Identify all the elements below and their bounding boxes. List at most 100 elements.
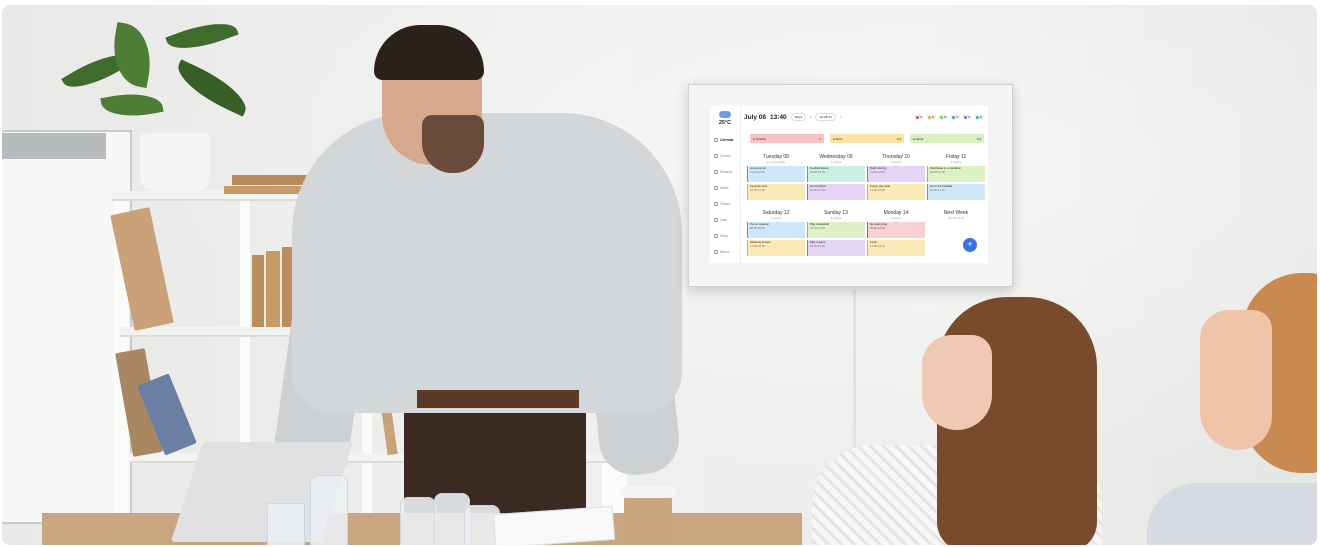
- member-filter[interactable]: U: [962, 114, 973, 120]
- member-color-dot: [976, 115, 980, 119]
- lane-mary[interactable]: ● Mary 1/4: [830, 134, 904, 143]
- member-lanes: ● Victoria 1 ● Mary 1/4 ● David 1/4: [750, 134, 986, 144]
- event-card[interactable]: Math tutoring 11:00-12:00: [867, 166, 925, 182]
- lane-count: 1: [819, 136, 821, 141]
- seated-man-face: [1200, 310, 1272, 450]
- seated-man-shirt: [1147, 483, 1317, 545]
- event-card[interactable]: Football lesson 09:00-12:00: [807, 166, 865, 182]
- add-event-button[interactable]: +: [963, 238, 977, 252]
- member-color-dot: [964, 115, 968, 119]
- week-range[interactable]: Jul 08-14: [815, 113, 836, 121]
- lane-name: ● Mary: [833, 136, 843, 141]
- week-grid: Tuesday 08 4 events today Going out art 11:…: [746, 154, 986, 262]
- man-belt: [417, 390, 579, 408]
- event-time: 08:00-09:00: [750, 225, 765, 230]
- event-card[interactable]: Go swimming 09:00-10:00: [867, 222, 925, 238]
- sidebar-item-menus[interactable]: Menus: [714, 248, 740, 256]
- book: [266, 251, 280, 327]
- meals-icon: [714, 186, 718, 190]
- sidebar-item-label: Photos: [720, 202, 730, 206]
- member-filter[interactable]: S: [950, 114, 961, 120]
- day-event-count: 4 events: [890, 216, 902, 220]
- prev-week-icon[interactable]: ‹: [810, 115, 811, 119]
- member-filter[interactable]: B: [974, 114, 984, 120]
- photos-icon: [714, 202, 718, 206]
- event-time: 11:00-12:00: [750, 169, 765, 174]
- sidebar-item-label: Sleep: [720, 234, 729, 238]
- sidebar-item-label: Lists: [720, 218, 727, 222]
- sidebar-item-label: Meals: [720, 186, 729, 190]
- member-initial: D: [944, 115, 947, 119]
- coffee-cup-lid: [620, 486, 676, 498]
- photo-scene: [2, 5, 1317, 545]
- member-initial: M: [931, 115, 935, 119]
- plant-pot: [140, 133, 210, 191]
- whiteboard: [2, 130, 132, 524]
- sidebar-item-meals[interactable]: Meals: [714, 184, 740, 192]
- event-time: 09:00-10:00: [870, 225, 885, 230]
- day-event-count: 4 events: [890, 160, 902, 164]
- sidebar-item-photos[interactable]: Photos: [714, 200, 740, 208]
- lane-count: 1/4: [976, 136, 981, 141]
- member-color-dot: [952, 115, 956, 119]
- member-filter[interactable]: M: [925, 114, 937, 120]
- current-date: July 08: [744, 113, 767, 121]
- event-card[interactable]: Put on makeup 08:00-09:00: [747, 222, 805, 238]
- member-color-dot: [940, 115, 944, 119]
- calendar-sidebar: 25°C Calendar Chores Rewards Meals Photos Lis…: [710, 106, 741, 263]
- whiteboard-rail: [2, 133, 106, 159]
- member-initial: U: [968, 115, 971, 119]
- day-column: Friday 11 4 events Participate in a marath…: [926, 154, 986, 202]
- event-card[interactable]: Play a game 18:00-19:00: [807, 240, 865, 256]
- day-event-count: 4 events today: [766, 160, 786, 164]
- calendar-icon: [714, 138, 718, 142]
- event-time: 15:00-16:00: [810, 187, 825, 192]
- sidebar-item-label: Menus: [720, 250, 730, 254]
- sidebar-item-label: Calendar: [720, 138, 734, 142]
- day-column: Sunday 13 4 events Play basketball 10:00-11…: [806, 210, 866, 258]
- lane-name: ● David: [913, 136, 924, 141]
- event-card[interactable]: Going out art 11:00-12:00: [747, 166, 805, 182]
- next-week-icon[interactable]: ›: [840, 115, 841, 119]
- lane-david[interactable]: ● David 1/4: [910, 134, 984, 143]
- member-color-dot: [915, 115, 919, 119]
- event-card[interactable]: Get a haircut 15:00-16:00: [807, 184, 865, 200]
- day-event-count: 4 events: [830, 160, 842, 164]
- event-time: 16:00-17:00: [930, 187, 945, 192]
- event-card[interactable]: Participate in a marathon 09:00-10:00: [927, 166, 985, 182]
- day-column: Thursday 10 4 events Math tutoring 11:00-12…: [866, 154, 926, 202]
- member-filter[interactable]: D: [938, 114, 949, 120]
- event-card[interactable]: Feed the pets 16:00-17:00: [747, 184, 805, 200]
- man-beard: [422, 115, 484, 173]
- view-select[interactable]: Week: [790, 113, 807, 121]
- calendar-screen: 25°C Calendar Chores Rewards Meals Photos Lis…: [710, 106, 988, 263]
- water-bottle: [400, 497, 436, 545]
- member-initial: V: [919, 115, 922, 119]
- event-time: 16:00-17:00: [750, 187, 765, 192]
- lane-victoria[interactable]: ● Victoria 1: [750, 134, 824, 143]
- sidebar-item-sleep[interactable]: Sleep: [714, 232, 740, 240]
- sidebar-item-rewards[interactable]: Rewards: [714, 168, 740, 176]
- lane-count: 1/4: [896, 136, 901, 141]
- day-column: Saturday 12 4 events Put on makeup 08:00-09…: [746, 210, 806, 258]
- member-filter[interactable]: V: [913, 114, 924, 120]
- sidebar-item-calendar[interactable]: Calendar: [714, 136, 740, 144]
- event-card[interactable]: Watering flowers 17:00-18:00: [747, 240, 805, 256]
- sidebar-item-chores[interactable]: Chores: [714, 152, 740, 160]
- day-column: Monday 14 4 events Go swimming 09:00-10:00 C…: [866, 210, 926, 258]
- day-event-count: 4 events: [770, 216, 782, 220]
- event-card[interactable]: Cook 17:00-18:00: [867, 240, 925, 256]
- day-column: Wednesday 09 4 events Football lesson 09:00…: [806, 154, 866, 202]
- event-card[interactable]: Go to the hospital 16:00-17:00: [927, 184, 985, 200]
- temperature: 25°C: [718, 120, 732, 126]
- calendar-topbar: July 08 13:40 Week ‹ Jul 08-14 › V M D S U B: [744, 112, 984, 122]
- event-card[interactable]: Play basketball 10:00-11:00: [807, 222, 865, 238]
- event-card[interactable]: Puppy play date 17:00-18:00: [867, 184, 925, 200]
- book: [252, 255, 264, 327]
- event-time: 09:00-12:00: [810, 169, 825, 174]
- day-event-count: 4 events: [830, 216, 842, 220]
- sidebar-item-lists[interactable]: Lists: [714, 216, 740, 224]
- sidebar-item-label: Chores: [720, 154, 731, 158]
- event-time: 09:00-10:00: [930, 169, 945, 174]
- member-filters: V M DS UB: [913, 114, 984, 120]
